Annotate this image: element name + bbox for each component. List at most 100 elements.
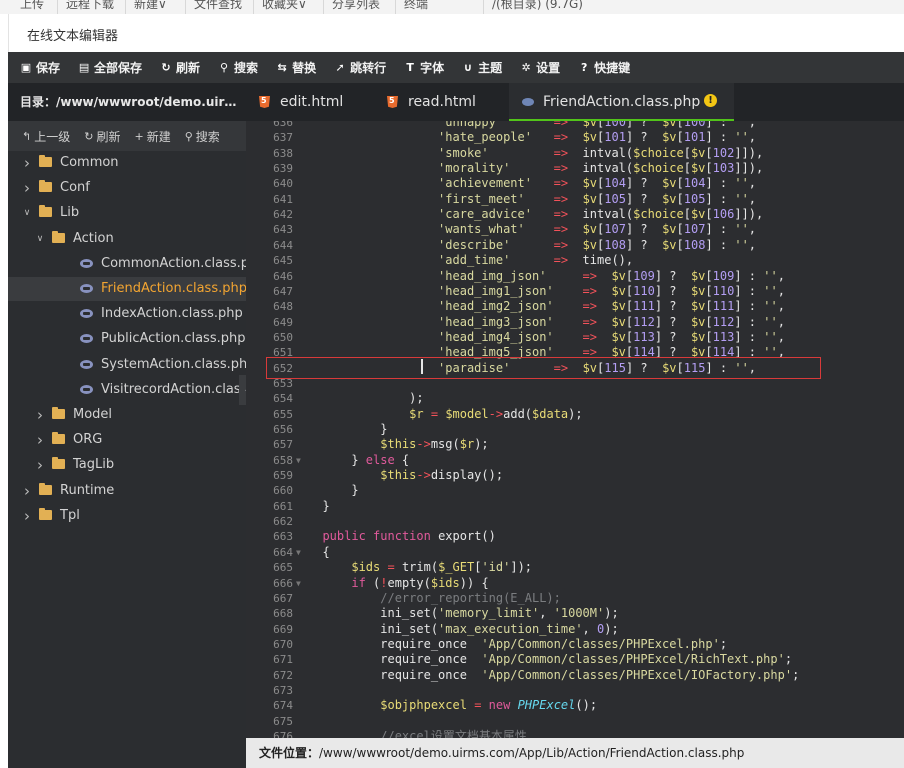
folder-item[interactable]: › TagLib [8, 453, 246, 477]
code-line[interactable]: 676 //excel设置文档基本属性 [246, 729, 904, 738]
code-line[interactable]: 673 [246, 683, 904, 698]
sidebar-action-up-level[interactable]: ↰ 上一级 [22, 128, 70, 145]
code-line[interactable]: 666 ▼ if (!empty($ids)) { [246, 576, 904, 591]
folder-icon [52, 432, 65, 445]
folder-item[interactable]: › Tpl [8, 504, 246, 528]
code-line[interactable]: 645 'add_time' => time(), [246, 253, 904, 268]
code-line[interactable]: 647 'head_img1_json' => $v[110] ? $v[110… [246, 284, 904, 299]
code-line[interactable]: 675 [246, 714, 904, 729]
search-icon: ⚲ [184, 129, 193, 143]
sidebar-action-plus[interactable]: + 新建 [134, 128, 170, 145]
php-file-icon [80, 309, 93, 319]
toolbar-button-replace[interactable]: ⇆ 替换 [276, 52, 316, 83]
chevron-right-icon[interactable]: › [35, 403, 45, 427]
fold-toggle-icon[interactable]: ▼ [296, 545, 301, 560]
code-line[interactable]: 664 ▼ { [246, 545, 904, 560]
save-all-icon: ▤ [78, 60, 90, 74]
toolbar-button-save[interactable]: ▣ 保存 [20, 52, 60, 83]
folder-item[interactable]: › ORG [8, 428, 246, 452]
toolbar-button-save-all[interactable]: ▤ 全部保存 [78, 52, 142, 83]
toolbar-button-font[interactable]: T 字体 [404, 52, 444, 83]
code-text: 'head_img4_json' => $v[113] ? $v[113] : … [438, 329, 785, 344]
file-item[interactable]: VisitrecordAction.class.... [8, 378, 264, 402]
chevron-right-icon[interactable]: › [35, 453, 45, 477]
folder-item[interactable]: › Common [8, 151, 246, 175]
code-line[interactable]: 658 ▼ } else { [246, 453, 904, 468]
folder-item[interactable]: › Runtime [8, 479, 246, 503]
code-line[interactable]: 670 require_once 'App/Common/classes/PHP… [246, 637, 904, 652]
line-number: 675 [273, 714, 293, 728]
code-line[interactable]: 669 ini_set('max_execution_time', 0); [246, 622, 904, 637]
code-line[interactable]: 660 } [246, 483, 904, 498]
code-line[interactable]: 636 'unhappy' => $v[100] ? $v[100] : '', [246, 121, 904, 130]
code-line[interactable]: 654 ); [246, 391, 904, 406]
code-line[interactable]: 650 'head_img4_json' => $v[113] ? $v[113… [246, 330, 904, 345]
chevron-right-icon[interactable]: › [35, 428, 45, 452]
code-editor[interactable]: 636 'unhappy' => $v[100] ? $v[100] : '',… [246, 121, 904, 738]
toolbar-button-label: 主题 [478, 61, 503, 75]
toolbar-button-search[interactable]: ⚲ 搜索 [218, 52, 258, 83]
background-toolbar-item: 远程下载 [66, 0, 115, 11]
code-line[interactable]: 644 'describe' => $v[108] ? $v[108] : ''… [246, 238, 904, 253]
code-line[interactable]: 667 //error_reporting(E_ALL); [246, 591, 904, 606]
file-item[interactable]: FriendAction.class.php [8, 277, 247, 301]
file-item[interactable]: IndexAction.class.php [8, 302, 246, 326]
line-number: 637 [273, 131, 293, 145]
code-text: $r = $model->add($data); [409, 406, 583, 421]
chevron-down-icon[interactable]: ∨ [35, 227, 45, 251]
toolbar-button-goto-line[interactable]: ➚ 跳转行 [334, 52, 386, 83]
toolbar-button-gear[interactable]: ✲ 设置 [520, 52, 561, 83]
code-line[interactable]: 643 'wants_what' => $v[107] ? $v[107] : … [246, 222, 904, 237]
code-line[interactable]: 637 'hate_people' => $v[101] ? $v[101] :… [246, 130, 904, 145]
chevron-right-icon[interactable]: › [22, 176, 32, 200]
line-number: 649 [273, 315, 293, 329]
toolbar-button-theme[interactable]: ∪ 主题 [462, 52, 502, 83]
file-item[interactable]: PublicAction.class.php [8, 327, 246, 351]
divider [483, 0, 484, 14]
code-line[interactable]: 639 'morality' => intval($choice[$v[103]… [246, 161, 904, 176]
folder-item[interactable]: › Model [8, 403, 246, 427]
code-line[interactable]: 674 $objphpexcel = new PHPExcel(); [246, 698, 904, 713]
file-item[interactable]: SystemAction.class.php [8, 353, 255, 377]
code-line[interactable]: 672 require_once 'App/Common/classes/PHP… [246, 668, 904, 683]
line-number: 667 [273, 591, 293, 605]
code-line[interactable]: 665 $ids = trim($_GET['id']); [246, 560, 904, 575]
chevron-down-icon[interactable]: ∨ [22, 201, 32, 225]
sidebar-action-search[interactable]: ⚲ 搜索 [185, 128, 220, 145]
code-line[interactable]: 662 [246, 514, 904, 529]
code-line[interactable]: 646 'head_img_json' => $v[109] ? $v[109]… [246, 269, 904, 284]
toolbar-button-help[interactable]: ? 快捷键 [578, 52, 630, 83]
code-line[interactable]: 659 $this->display(); [246, 468, 904, 483]
code-line[interactable]: 638 'smoke' => intval($choice[$v[102]]), [246, 146, 904, 161]
code-line[interactable]: 657 $this->msg($r); [246, 437, 904, 452]
code-line[interactable]: 649 'head_img3_json' => $v[112] ? $v[112… [246, 315, 904, 330]
tab-friendaction[interactable]: FriendAction.class.php! [509, 83, 734, 121]
file-item[interactable]: CommonAction.class.p... [8, 252, 261, 276]
fold-toggle-icon[interactable]: ▼ [296, 453, 301, 468]
code-line[interactable]: 642 'care_advice' => intval($choice[$v[1… [246, 207, 904, 222]
fold-toggle-icon[interactable]: ▼ [296, 576, 301, 591]
line-number: 644 [273, 238, 293, 252]
code-line[interactable]: 663 public function export() [246, 529, 904, 544]
code-line[interactable]: 661 } [246, 499, 904, 514]
chevron-right-icon[interactable]: › [22, 479, 32, 503]
code-line[interactable]: 668 ini_set('memory_limit', '1000M'); [246, 606, 904, 621]
tab-edit[interactable]: edit.html [246, 83, 374, 121]
line-number: 673 [273, 683, 293, 697]
code-line[interactable]: 640 'achievement' => $v[104] ? $v[104] :… [246, 176, 904, 191]
folder-item[interactable]: › Conf [8, 176, 246, 200]
tree-item-label: FriendAction.class.php [101, 281, 247, 296]
code-line[interactable]: 671 require_once 'App/Common/classes/PHP… [246, 652, 904, 667]
code-text: require_once 'App/Common/classes/PHPExce… [308, 652, 793, 667]
code-line[interactable]: 656 } [246, 422, 904, 437]
tab-read[interactable]: read.html [374, 83, 509, 121]
code-line[interactable]: 655 $r = $model->add($data); [246, 407, 904, 422]
toolbar-button-refresh[interactable]: ↻ 刷新 [160, 52, 200, 83]
code-line[interactable]: 648 'head_img2_json' => $v[111] ? $v[111… [246, 299, 904, 314]
chevron-right-icon[interactable]: › [22, 504, 32, 528]
chevron-right-icon[interactable]: › [22, 151, 32, 175]
folder-item[interactable]: ∨ Lib [8, 201, 246, 225]
code-line[interactable]: 641 'first_meet' => $v[105] ? $v[105] : … [246, 192, 904, 207]
sidebar-action-refresh[interactable]: ↻ 刷新 [84, 128, 120, 145]
folder-item[interactable]: ∨ Action [8, 227, 246, 251]
